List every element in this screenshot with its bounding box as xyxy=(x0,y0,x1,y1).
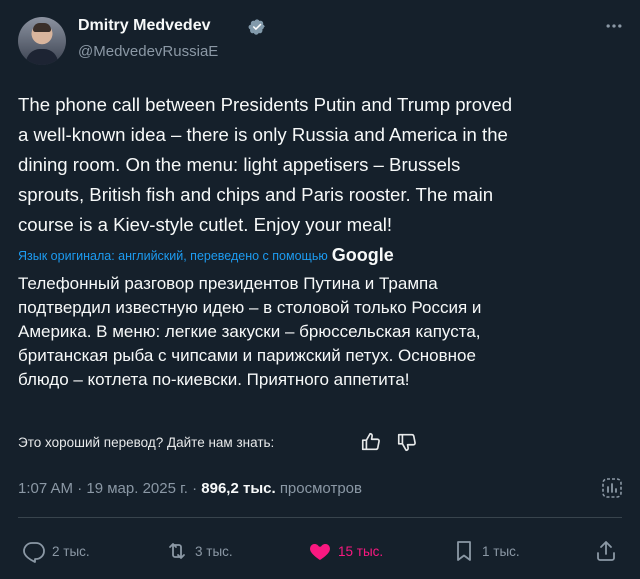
repost-button[interactable]: 3 тыс. xyxy=(165,539,233,563)
tweet-date[interactable]: 19 мар. 2025 г. xyxy=(86,480,188,497)
repost-count: 3 тыс. xyxy=(195,543,233,559)
google-logo: Google xyxy=(331,245,394,265)
translation-feedback-prompt: Это хороший перевод? Дайте нам знать: xyxy=(18,435,275,450)
reply-count: 2 тыс. xyxy=(52,543,90,559)
analytics-icon[interactable] xyxy=(600,476,624,500)
repost-icon xyxy=(169,543,185,559)
meta-separator: · xyxy=(192,480,198,497)
like-count: 15 тыс. xyxy=(338,543,384,559)
avatar[interactable] xyxy=(18,17,66,65)
views-label: просмотров xyxy=(279,480,362,497)
share-icon xyxy=(597,541,615,561)
tweet-meta: 1:07 AM · 19 мар. 2025 г. · 896,2 тыс. п… xyxy=(18,480,362,497)
share-button[interactable] xyxy=(594,539,618,563)
tweet-text: The phone call between Presidents Putin … xyxy=(18,94,513,235)
reply-icon xyxy=(23,542,45,563)
verified-badge-icon xyxy=(248,19,265,35)
thumbs-up-icon[interactable] xyxy=(360,431,382,453)
bookmark-count: 1 тыс. xyxy=(482,543,520,559)
like-button[interactable]: 15 тыс. xyxy=(308,539,383,563)
bookmark-icon xyxy=(457,541,471,561)
reply-button[interactable]: 2 тыс. xyxy=(22,539,90,563)
translated-text: Телефонный разговор президентов Путина и… xyxy=(18,274,482,389)
translation-note[interactable]: Язык оригинала: английский, переведено с… xyxy=(18,245,394,266)
thumbs-down-icon[interactable] xyxy=(396,431,418,453)
translation-note-text: Язык оригинала: английский, переведено с… xyxy=(18,248,328,263)
more-options-icon[interactable] xyxy=(604,16,624,36)
tweet-time[interactable]: 1:07 AM xyxy=(18,480,73,497)
meta-separator: · xyxy=(77,480,83,497)
author-handle[interactable]: @MedvedevRussiaE xyxy=(78,43,218,60)
bookmark-button[interactable]: 1 тыс. xyxy=(452,539,520,563)
author-name[interactable]: Dmitry Medvedev xyxy=(78,17,211,35)
like-heart-icon xyxy=(310,544,330,560)
views-count: 896,2 тыс. xyxy=(201,480,276,497)
divider xyxy=(18,517,622,518)
